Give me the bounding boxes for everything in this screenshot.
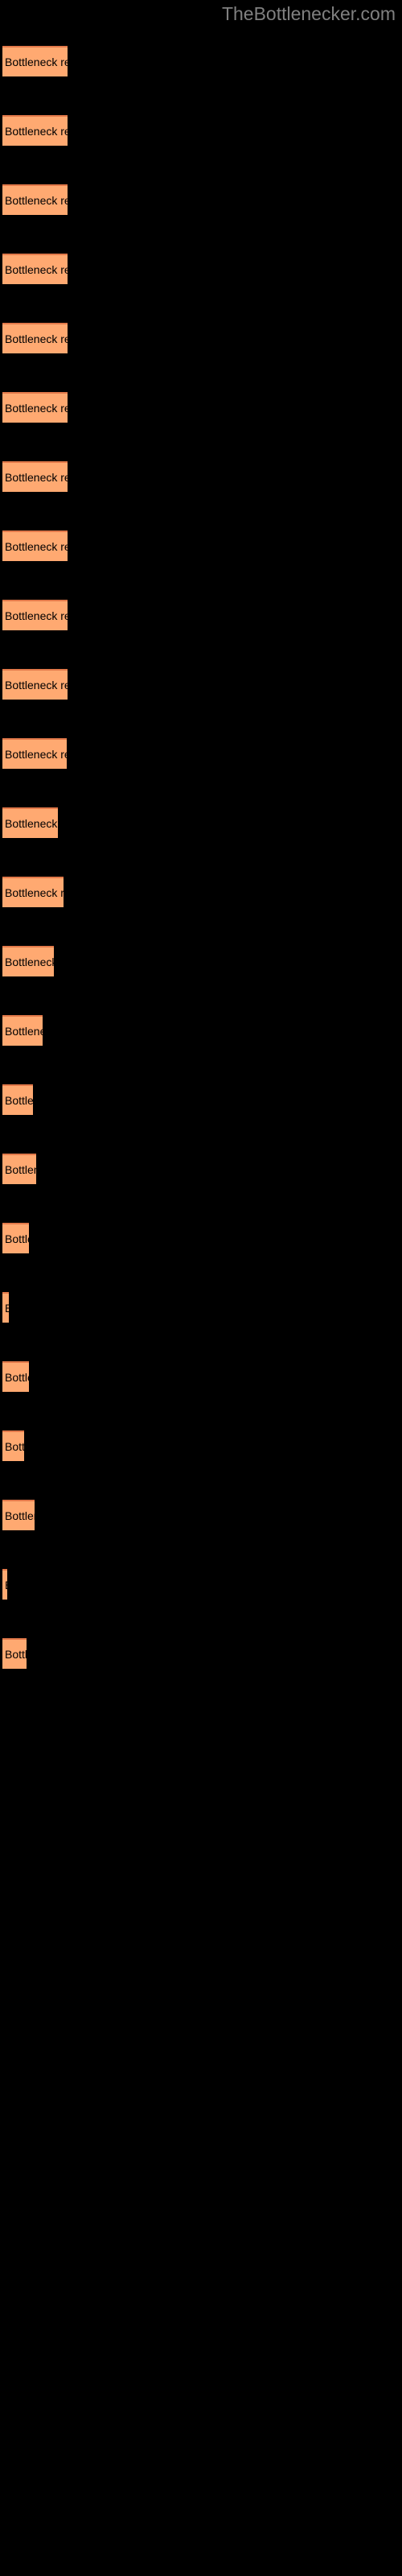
bar-label: Bottleneck result <box>5 1371 29 1384</box>
bar-label: Bottleneck result <box>5 263 68 276</box>
bar-label: Bottleneck result <box>5 56 68 68</box>
bar-label: Bottleneck result <box>5 886 64 899</box>
bar-label: Bottleneck result <box>5 194 68 207</box>
bar-1[interactable]: Bottleneck result <box>2 46 68 76</box>
bar-4[interactable]: Bottleneck result <box>2 254 68 284</box>
bar-label: Bottleneck result <box>5 1302 9 1314</box>
bar-7[interactable]: Bottleneck result <box>2 461 68 492</box>
bar-label: Bottleneck result <box>5 817 58 830</box>
bar-21[interactable]: Bottleneck result <box>2 1430 24 1461</box>
bar-9[interactable]: Bottleneck result <box>2 600 68 630</box>
bar-label: Bottleneck result <box>5 1509 35 1522</box>
bar-label: Bottleneck result <box>5 609 68 622</box>
bar-label: Bottleneck result <box>5 679 68 691</box>
bar-24[interactable]: Bottleneck result <box>2 1638 27 1669</box>
bar-3[interactable]: Bottleneck result <box>2 184 68 215</box>
bar-label: Bottleneck result <box>5 1648 27 1661</box>
bar-22[interactable]: Bottleneck result <box>2 1500 35 1530</box>
bar-12[interactable]: Bottleneck result <box>2 807 58 838</box>
bar-label: Bottleneck result <box>5 471 68 484</box>
bar-label: Bottleneck result <box>5 1440 24 1453</box>
bar-label: Bottleneck result <box>5 540 68 553</box>
bar-19[interactable]: Bottleneck result <box>2 1292 9 1323</box>
bar-chart: Bottleneck result Bottleneck result Bottle… <box>0 0 402 2576</box>
bar-label: Bottleneck result <box>5 1025 43 1038</box>
bar-23[interactable]: Bottleneck result <box>2 1569 7 1600</box>
bar-label: Bottleneck result <box>5 956 54 968</box>
bar-14[interactable]: Bottleneck result <box>2 946 54 976</box>
bar-label: Bottleneck result <box>5 1232 29 1245</box>
bar-8[interactable]: Bottleneck result <box>2 530 68 561</box>
bar-20[interactable]: Bottleneck result <box>2 1361 29 1392</box>
bar-17[interactable]: Bottleneck result <box>2 1154 36 1184</box>
bar-10[interactable]: Bottleneck result <box>2 669 68 700</box>
bar-6[interactable]: Bottleneck result <box>2 392 68 423</box>
bar-label: Bottleneck result <box>5 1094 33 1107</box>
bar-13[interactable]: Bottleneck result <box>2 877 64 907</box>
bar-label: Bottleneck result <box>5 1579 7 1591</box>
bar-5[interactable]: Bottleneck result <box>2 323 68 353</box>
bar-11[interactable]: Bottleneck result <box>2 738 67 769</box>
bar-label: Bottleneck result <box>5 125 68 138</box>
bar-label: Bottleneck result <box>5 402 68 415</box>
bar-label: Bottleneck result <box>5 748 67 761</box>
bar-2[interactable]: Bottleneck result <box>2 115 68 146</box>
bar-label: Bottleneck result <box>5 1163 36 1176</box>
bar-16[interactable]: Bottleneck result <box>2 1084 33 1115</box>
bar-15[interactable]: Bottleneck result <box>2 1015 43 1046</box>
bar-label: Bottleneck result <box>5 332 68 345</box>
bar-18[interactable]: Bottleneck result <box>2 1223 29 1253</box>
